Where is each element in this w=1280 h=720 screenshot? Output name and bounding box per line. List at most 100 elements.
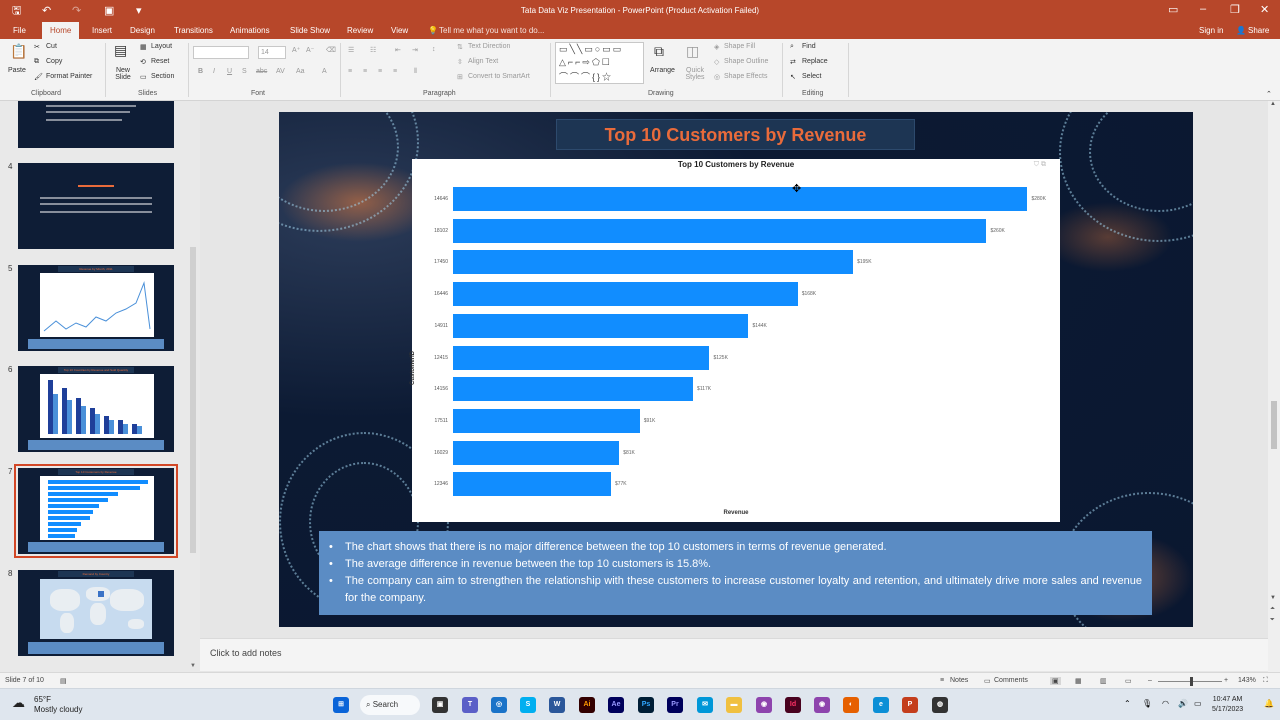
- font-size-box[interactable]: 14: [258, 46, 286, 59]
- notes-button[interactable]: Notes: [950, 677, 968, 684]
- illustrator-icon[interactable]: Ai: [579, 697, 595, 713]
- copy-icon[interactable]: ⧉: [34, 58, 39, 66]
- layout-button[interactable]: Layout: [151, 43, 172, 50]
- align-center-icon[interactable]: ≡: [363, 68, 367, 75]
- zoom-in-icon[interactable]: +: [1224, 677, 1228, 684]
- quick-styles-icon[interactable]: ◫: [686, 43, 699, 60]
- minimize-icon[interactable]: –: [1200, 3, 1206, 15]
- ribbon-display-icon[interactable]: ▭: [1168, 3, 1178, 16]
- restore-icon[interactable]: ❐: [1230, 3, 1240, 16]
- app-icon[interactable]: ◍: [932, 697, 948, 713]
- tab-file[interactable]: File: [13, 26, 26, 35]
- bar-chart[interactable]: Top 10 Customers by Revenue ⛉ ⧉ Customer…: [410, 159, 1060, 522]
- section-icon[interactable]: ▭: [140, 73, 147, 81]
- previous-slide-icon[interactable]: ⏶: [1270, 606, 1275, 613]
- align-right-icon[interactable]: ≡: [378, 68, 382, 75]
- scroll-up-icon[interactable]: ▲: [1270, 101, 1276, 107]
- slide-thumbnail-3[interactable]: [18, 101, 174, 148]
- bar[interactable]: [453, 440, 620, 465]
- share-button[interactable]: Share: [1248, 26, 1269, 35]
- decrease-indent-icon[interactable]: ⇤: [395, 46, 401, 54]
- tab-animations[interactable]: Animations: [230, 26, 270, 35]
- mail-icon[interactable]: ✉: [697, 697, 713, 713]
- convert-smartart-button[interactable]: Convert to SmartArt: [468, 73, 530, 80]
- taskbar-search[interactable]: ⌕ Search: [360, 695, 420, 715]
- zoom-out-icon[interactable]: –: [1148, 677, 1152, 684]
- app-icon[interactable]: ◉: [814, 697, 830, 713]
- edge-icon[interactable]: e: [873, 697, 889, 713]
- arrange-icon[interactable]: ⧉: [654, 43, 664, 60]
- decrease-font-icon[interactable]: A⁻: [306, 46, 314, 54]
- shape-outline-button[interactable]: Shape Outline: [724, 58, 768, 65]
- shape-outline-icon[interactable]: ◇: [714, 58, 719, 66]
- slide-scrollbar[interactable]: ▲ ▼ ⏶ ⏷: [1268, 101, 1280, 672]
- slide-thumbnail-8[interactable]: Demand by Country: [18, 570, 174, 656]
- new-slide-button[interactable]: New Slide: [111, 67, 135, 81]
- font-color-icon[interactable]: A: [322, 68, 327, 75]
- notes-pane[interactable]: Click to add notes: [200, 638, 1268, 671]
- paste-button[interactable]: Paste: [8, 67, 26, 74]
- app-icon[interactable]: ◎: [491, 697, 507, 713]
- align-text-button[interactable]: Align Text: [468, 58, 498, 65]
- bar[interactable]: [453, 282, 798, 307]
- skype-icon[interactable]: S: [520, 697, 536, 713]
- app-icon[interactable]: ◉: [756, 697, 772, 713]
- slide-title[interactable]: Top 10 Customers by Revenue: [556, 119, 915, 150]
- format-painter-button[interactable]: Format Painter: [46, 73, 92, 80]
- fit-to-window-icon[interactable]: ⛶: [1263, 677, 1268, 685]
- smartart-icon[interactable]: ⊞: [457, 73, 463, 81]
- text-direction-icon[interactable]: ⇅: [457, 43, 463, 51]
- next-slide-icon[interactable]: ⏷: [1270, 617, 1275, 624]
- powerpoint-icon[interactable]: P: [902, 697, 918, 713]
- start-icon[interactable]: ⊞: [333, 697, 349, 713]
- battery-icon[interactable]: ▭: [1194, 699, 1202, 708]
- text-direction-button[interactable]: Text Direction: [468, 43, 510, 50]
- after-effects-icon[interactable]: Ae: [608, 697, 624, 713]
- file-explorer-icon[interactable]: ▬: [726, 697, 742, 713]
- zoom-level[interactable]: 143%: [1238, 677, 1256, 684]
- character-spacing-icon[interactable]: AV: [276, 68, 285, 75]
- bar[interactable]: [453, 345, 710, 370]
- normal-view-icon[interactable]: ▣: [1050, 677, 1061, 685]
- firefox-icon[interactable]: ◐: [843, 697, 859, 713]
- tab-view[interactable]: View: [391, 26, 408, 35]
- find-button[interactable]: Find: [802, 43, 816, 50]
- bar[interactable]: [453, 377, 694, 402]
- zoom-slider-thumb[interactable]: [1190, 677, 1193, 686]
- reset-icon[interactable]: ⟲: [140, 58, 146, 66]
- collapse-ribbon-icon[interactable]: ⌃: [1266, 90, 1272, 98]
- comments-icon[interactable]: ▭: [984, 677, 991, 685]
- increase-font-icon[interactable]: A⁺: [292, 46, 300, 54]
- premiere-icon[interactable]: Pr: [667, 697, 683, 713]
- summary-textbox[interactable]: The chart shows that there is no major d…: [319, 531, 1152, 615]
- bar[interactable]: [453, 250, 854, 275]
- task-view-icon[interactable]: ▣: [432, 697, 448, 713]
- find-icon[interactable]: ⌕: [790, 43, 794, 51]
- increase-indent-icon[interactable]: ⇥: [412, 46, 418, 54]
- scroll-down-icon[interactable]: ▼: [190, 663, 196, 669]
- share-icon[interactable]: 👤: [1236, 26, 1246, 35]
- layout-icon[interactable]: ▦: [140, 43, 147, 51]
- spell-check-icon[interactable]: ▤: [60, 677, 67, 685]
- tab-review[interactable]: Review: [347, 26, 373, 35]
- tell-me-box[interactable]: Tell me what you want to do...: [439, 26, 544, 35]
- tab-design[interactable]: Design: [130, 26, 155, 35]
- close-icon[interactable]: ✕: [1260, 3, 1269, 16]
- bold-icon[interactable]: B: [198, 68, 203, 75]
- slide-canvas[interactable]: Top 10 Customers by Revenue Top 10 Custo…: [279, 112, 1193, 627]
- cut-icon[interactable]: ✂: [34, 43, 40, 51]
- sign-in-link[interactable]: Sign in: [1199, 26, 1223, 35]
- font-name-box[interactable]: [193, 46, 249, 59]
- microphone-icon[interactable]: 🎙: [1142, 699, 1152, 708]
- word-icon[interactable]: W: [549, 697, 565, 713]
- copy-button[interactable]: Copy: [46, 58, 62, 65]
- comments-button[interactable]: Comments: [994, 677, 1028, 684]
- bar[interactable]: [453, 408, 640, 433]
- bar[interactable]: [453, 313, 749, 338]
- shape-effects-icon[interactable]: ◎: [714, 73, 720, 81]
- tab-home[interactable]: Home: [42, 22, 80, 39]
- slideshow-icon[interactable]: ▭: [1125, 677, 1132, 685]
- photoshop-icon[interactable]: Ps: [638, 697, 654, 713]
- underline-icon[interactable]: U: [227, 68, 232, 75]
- bar[interactable]: [453, 218, 987, 243]
